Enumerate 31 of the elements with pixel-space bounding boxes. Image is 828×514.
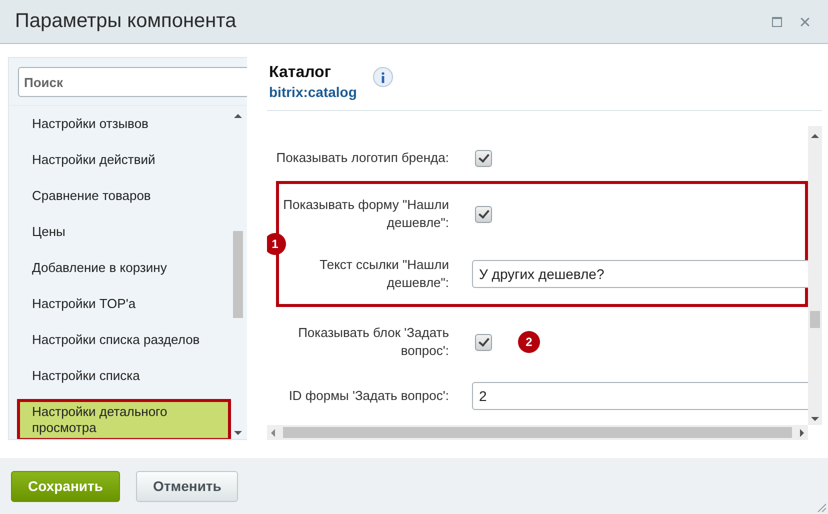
input-field[interactable]: У других дешевле?	[472, 260, 808, 288]
callout-badge: 1	[267, 233, 286, 255]
sidebar-item[interactable]: Настройки списка разделов	[9, 322, 231, 358]
setting-label: Текст ссылки "Нашли дешевле":	[318, 256, 450, 292]
checkbox[interactable]	[475, 206, 492, 222]
component-code: bitrix:catalog	[269, 84, 357, 100]
sidebar-item[interactable]: Добавление в корзину	[9, 250, 231, 286]
setting-label: Показывать логотип бренда:	[275, 149, 450, 167]
sidebar-item[interactable]: Настройки детального просмотра	[17, 399, 231, 439]
maximize-button[interactable]	[772, 16, 782, 26]
sidebar-item[interactable]: Настройки TOP'a	[9, 286, 231, 322]
sidebar-item[interactable]: Цены	[9, 214, 231, 250]
cancel-button[interactable]: Отменить	[136, 470, 238, 502]
window-title: Параметры компонента	[15, 10, 238, 33]
sidebar-item[interactable]: Настройки действий	[9, 142, 231, 178]
horizontal-scrollbar[interactable]	[267, 425, 808, 440]
search-field[interactable]: Поиск	[18, 67, 247, 97]
resize-grip-icon[interactable]	[816, 502, 826, 512]
callout-badge: 2	[518, 331, 540, 353]
sidebar-item[interactable]: Сравнение товаров	[9, 178, 231, 214]
setting-label: Показывать блок 'Задать вопрос':	[297, 324, 450, 360]
setting-label: Показывать форму "Нашли дешевле":	[282, 196, 450, 232]
input-field[interactable]: 2	[472, 382, 808, 410]
component-name: Каталог	[269, 64, 332, 82]
checkbox[interactable]	[475, 334, 492, 350]
sidebar-item[interactable]: Настройки отзывов	[9, 106, 231, 142]
sidebar-item[interactable]: Настройки списка	[9, 358, 231, 394]
setting-label: ID формы 'Задать вопрос':	[288, 387, 450, 405]
scrollbar[interactable]	[808, 126, 822, 425]
checkbox[interactable]	[475, 150, 492, 166]
info-icon[interactable]	[372, 67, 393, 87]
